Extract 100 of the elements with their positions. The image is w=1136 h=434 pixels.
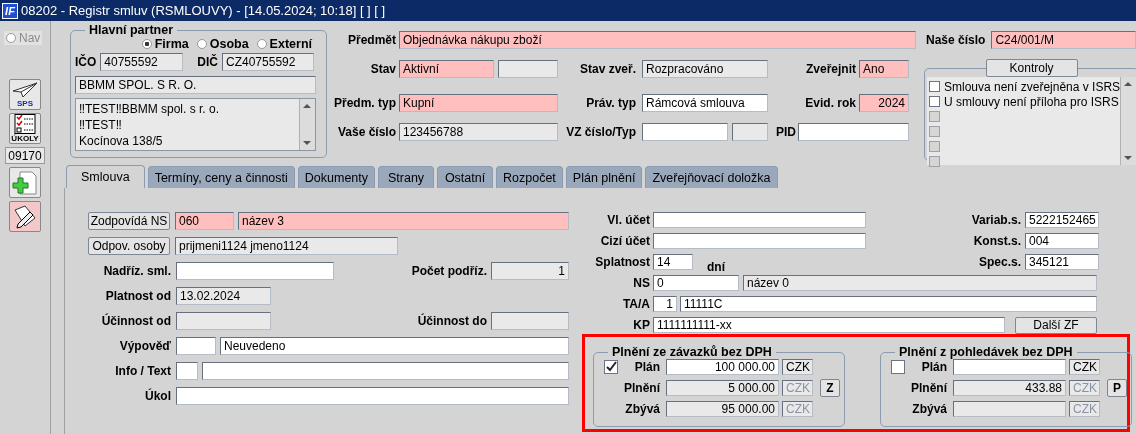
- text-field[interactable]: 5222152465: [1025, 212, 1099, 228]
- check-label: U smlouvy není příloha pro ISRS: [944, 94, 1119, 109]
- text-field[interactable]: 1: [491, 262, 569, 280]
- text-field[interactable]: název 3: [238, 212, 569, 230]
- text-field[interactable]: 060: [175, 212, 234, 230]
- text-field[interactable]: 2024: [859, 94, 909, 112]
- field-label: Zveřejnit: [805, 62, 856, 76]
- text-field[interactable]: Objednávka nákupu zboží: [399, 31, 916, 49]
- field-label: Vaše číslo: [336, 125, 396, 139]
- currency-field[interactable]: CZK: [1069, 359, 1100, 375]
- field-label: Variab.s.: [970, 213, 1021, 227]
- amount-field[interactable]: 95 000.00: [666, 401, 779, 417]
- field-label: Vl. účet: [606, 213, 650, 227]
- field-label: PID: [775, 125, 796, 139]
- text-field[interactable]: 1111111111-xx: [653, 317, 1005, 333]
- field-label: VZ číslo/Typ: [565, 125, 636, 139]
- text-field[interactable]: 14: [653, 254, 693, 270]
- text-field[interactable]: Aktivní: [399, 60, 494, 78]
- paper-plane-button[interactable]: SPS: [9, 79, 41, 110]
- radio-option[interactable]: Externí: [256, 37, 312, 51]
- edit-document-button[interactable]: [9, 201, 41, 232]
- text-field[interactable]: Rámcová smlouva: [642, 94, 768, 112]
- address-line: ‼TEST‼BBMM spol. s r. o.: [79, 101, 221, 117]
- detail-button[interactable]: Z: [820, 379, 840, 397]
- text-field[interactable]: Neuvedeno: [220, 337, 569, 355]
- tab[interactable]: Zveřejňovací doložka: [645, 166, 778, 188]
- tab[interactable]: Smlouva: [66, 165, 145, 188]
- text-field[interactable]: [176, 312, 271, 330]
- tab[interactable]: Plán plnění: [565, 166, 643, 188]
- tab[interactable]: Dokumenty: [297, 166, 376, 188]
- text-field[interactable]: [176, 262, 334, 280]
- amount-field[interactable]: 433.88: [953, 380, 1066, 396]
- text-field[interactable]: 123456788: [399, 123, 558, 141]
- text-field[interactable]: název 0: [743, 275, 1097, 291]
- field-label: Úkol: [144, 389, 171, 403]
- field-label: DIČ: [197, 55, 218, 69]
- pencil-document-icon: [12, 203, 38, 230]
- field-label: TA/A: [621, 297, 650, 311]
- text-field[interactable]: [202, 362, 569, 380]
- amount-field[interactable]: [953, 359, 1066, 375]
- checklist-icon: [14, 114, 36, 134]
- text-field[interactable]: [642, 123, 728, 141]
- text-field[interactable]: [653, 212, 866, 228]
- field-label: Naše číslo: [926, 33, 986, 47]
- text-field[interactable]: CZ40755592: [222, 53, 314, 71]
- checkbox[interactable]: [891, 360, 905, 374]
- text-field[interactable]: [491, 312, 569, 330]
- scroll-bar[interactable]: [1120, 77, 1136, 165]
- field-label: Zbývá: [625, 402, 660, 416]
- text-field[interactable]: 345121: [1025, 254, 1099, 270]
- text-field[interactable]: Rozpracováno: [642, 60, 768, 78]
- tab[interactable]: Ostatní: [437, 166, 494, 188]
- amount-field[interactable]: [953, 401, 1066, 417]
- field-label: Plán: [634, 360, 660, 374]
- scroll-bar[interactable]: [299, 99, 315, 150]
- field-label: Cizí účet: [599, 234, 650, 248]
- address-text-area[interactable]: ‼TEST‼BBMM spol. s r. o. ‼TEST‼ Kocínova 138/5: [75, 98, 316, 151]
- amount-field[interactable]: 100 000.00: [666, 359, 779, 375]
- address-line: ‼TEST‼: [79, 117, 123, 133]
- tab[interactable]: Strany: [378, 166, 435, 188]
- text-field[interactable]: [176, 387, 569, 405]
- responsible-persons-button[interactable]: Odpov. osoby: [88, 237, 170, 255]
- paper-plane-icon: [11, 81, 39, 99]
- text-field[interactable]: 0: [653, 275, 739, 291]
- text-field[interactable]: Ano: [859, 60, 909, 78]
- task-list-button[interactable]: ÚKOLY: [9, 113, 41, 144]
- text-field[interactable]: 11111C: [680, 296, 1097, 312]
- text-field[interactable]: [176, 337, 216, 355]
- radio-option[interactable]: Osoba: [196, 37, 249, 51]
- group-title: Plnění z pohledávek bez DPH: [898, 345, 1074, 359]
- text-field[interactable]: Kupní: [399, 94, 558, 112]
- checkbox[interactable]: [929, 96, 940, 107]
- text-field[interactable]: [653, 233, 866, 249]
- group-title: Hlavní partner: [88, 23, 175, 37]
- text-field[interactable]: prijmeni1124 jmeno1124: [175, 237, 398, 255]
- window-title: 08202 - Registr smluv (RSMLOUVY) - [14.05.2024; 10:18] [ ] [ ]: [21, 3, 386, 18]
- field-label: IČO: [75, 55, 97, 69]
- text-field[interactable]: 40755592: [100, 53, 184, 71]
- responsible-unit-button[interactable]: Zodpovídá NS: [88, 212, 170, 230]
- text-field[interactable]: 004: [1025, 233, 1099, 249]
- text-field[interactable]: [732, 123, 768, 141]
- text-field[interactable]: 1: [653, 296, 677, 312]
- tab[interactable]: Rozpočet: [496, 166, 563, 188]
- text-field[interactable]: [176, 362, 198, 380]
- text-field[interactable]: 13.02.2024: [176, 287, 271, 305]
- text-field[interactable]: BBMM SPOL. S R. O.: [75, 76, 316, 94]
- tab[interactable]: Termíny, ceny a činnosti: [147, 166, 295, 188]
- text-field[interactable]: C24/001/M: [991, 31, 1136, 49]
- detail-button[interactable]: P: [1107, 379, 1127, 397]
- radio-option[interactable]: Firma: [141, 37, 189, 51]
- text-field[interactable]: [498, 60, 558, 78]
- next-invoice-button[interactable]: Další ZF: [1015, 316, 1097, 334]
- code-label: 09170: [5, 147, 45, 164]
- amount-field[interactable]: 5 000.00: [666, 380, 779, 396]
- checkbox[interactable]: [929, 81, 940, 92]
- currency-field[interactable]: CZK: [782, 359, 813, 375]
- checks-button[interactable]: Kontroly: [985, 59, 1078, 77]
- add-document-icon: [12, 169, 38, 196]
- checkbox[interactable]: [604, 360, 618, 374]
- text-field[interactable]: [798, 123, 909, 141]
